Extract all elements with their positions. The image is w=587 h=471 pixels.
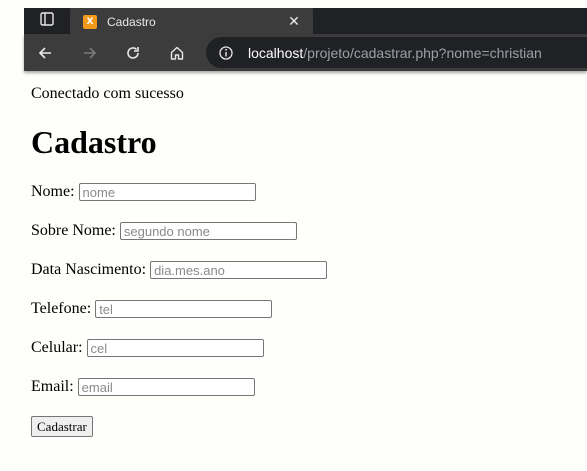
info-icon[interactable] <box>219 45 233 60</box>
page-title: Cadastro <box>31 124 157 160</box>
forward-button[interactable] <box>75 34 105 71</box>
sobrenome-input[interactable] <box>119 222 297 240</box>
tab-close-icon[interactable]: ✕ <box>287 14 301 30</box>
reload-icon <box>127 46 139 59</box>
url-host: localhost <box>248 44 304 61</box>
tab-cadastro[interactable]: X Cadastro ✕ <box>70 8 313 36</box>
page-content: Conectado com sucesso Cadastro Nome: Sob… <box>31 84 571 437</box>
home-icon <box>170 46 184 60</box>
back-arrow-icon <box>38 46 51 59</box>
form-row-email: Email: <box>31 376 255 398</box>
back-button[interactable] <box>30 34 60 71</box>
form-row-nascimento: Data Nascimento: <box>31 259 328 281</box>
form-row-sobrenome: Sobre Nome: <box>31 220 297 242</box>
form-row-telefone: Telefone: <box>31 298 273 320</box>
celular-label: Celular: <box>31 339 83 356</box>
nome-label: Nome: <box>31 183 75 200</box>
email-label: Email: <box>31 378 74 395</box>
nascimento-label: Data Nascimento: <box>31 261 147 278</box>
home-button[interactable] <box>162 34 192 71</box>
telefone-label: Telefone: <box>31 300 92 317</box>
xampp-favicon-icon: X <box>83 15 97 29</box>
connection-status: Conectado com sucesso <box>31 85 184 102</box>
tab-title: Cadastro <box>107 15 156 29</box>
tab-actions-icon <box>40 11 54 31</box>
form-row-celular: Celular: <box>31 337 264 359</box>
sobrenome-label: Sobre Nome: <box>31 222 116 239</box>
telefone-input[interactable] <box>95 300 273 318</box>
form-row-nome: Nome: <box>31 181 256 203</box>
reload-button[interactable] <box>118 34 148 71</box>
email-input[interactable] <box>77 378 255 396</box>
celular-input[interactable] <box>86 339 264 357</box>
url-text[interactable]: localhost/projeto/cadastrar.php?nome=chr… <box>248 45 542 61</box>
tab-actions-button[interactable] <box>24 8 70 34</box>
cadastrar-button[interactable]: Cadastrar <box>31 416 93 437</box>
nome-input[interactable] <box>78 183 256 201</box>
address-bar[interactable]: localhost/projeto/cadastrar.php?nome=chr… <box>206 37 587 68</box>
url-path: /projeto/cadastrar.php?nome=christian <box>303 44 542 61</box>
browser-toolbar: localhost/projeto/cadastrar.php?nome=chr… <box>24 34 587 71</box>
forward-arrow-icon <box>84 46 97 59</box>
nascimento-input[interactable] <box>150 261 328 279</box>
